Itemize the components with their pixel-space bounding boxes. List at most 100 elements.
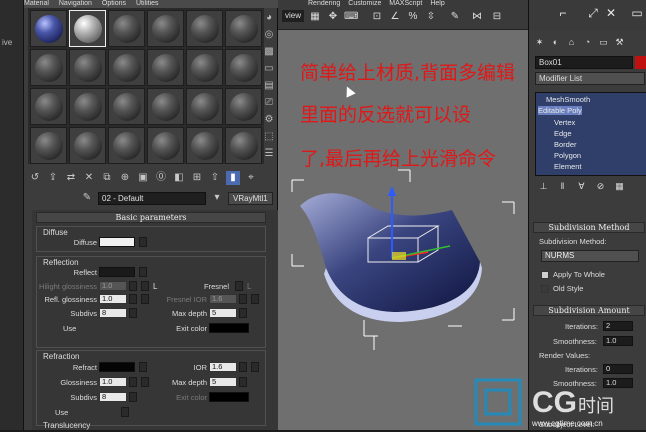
material-slot[interactable] <box>30 10 67 47</box>
make-copy-icon[interactable]: ⧉ <box>100 171 114 185</box>
material-slot[interactable] <box>147 127 184 164</box>
material-slot-selected[interactable] <box>69 10 106 47</box>
menu-rendering[interactable]: Rendering <box>308 0 340 7</box>
background-icon[interactable]: ▩ <box>262 45 276 59</box>
material-slot[interactable] <box>225 127 262 164</box>
material-slot[interactable] <box>30 49 67 86</box>
menu-utilities[interactable]: Utilities <box>136 0 159 7</box>
keyboard-shortcut-icon[interactable]: ⌨ <box>344 10 358 24</box>
zoom-extents-icon[interactable]: ⤢ <box>585 6 601 20</box>
get-material-icon[interactable]: ↺ <box>28 171 42 185</box>
material-slot[interactable] <box>69 49 106 86</box>
material-slot[interactable] <box>186 127 223 164</box>
material-slot[interactable] <box>186 10 223 47</box>
material-name-dropdown-icon[interactable]: ▾ <box>210 191 224 205</box>
material-type-button[interactable]: VRayMtl1 <box>228 191 273 205</box>
show-map-icon[interactable]: ◧ <box>172 171 186 185</box>
restore-icon[interactable]: ⌐ <box>555 6 571 20</box>
refract-use-checkbox[interactable] <box>121 407 129 417</box>
make-unique-icon[interactable]: ⊕ <box>118 171 132 185</box>
put-to-library-icon[interactable]: ▣ <box>136 171 150 185</box>
material-slot[interactable] <box>108 49 145 86</box>
percent-snap-icon[interactable]: % <box>406 10 420 24</box>
refract-subdivs-spinner[interactable] <box>129 392 137 402</box>
spinner-snap-icon[interactable]: ⇳ <box>424 10 438 24</box>
material-slot[interactable] <box>108 88 145 125</box>
fresnel-checkbox[interactable] <box>235 281 243 291</box>
reflect-subdivs-spinner[interactable] <box>129 308 137 318</box>
show-end-result-icon[interactable]: ‖ <box>556 180 569 193</box>
options-icon[interactable]: ⚙ <box>262 113 276 127</box>
select-manipulate-icon[interactable]: ✥ <box>326 10 340 24</box>
hilight-glossiness-map-button[interactable] <box>141 281 149 291</box>
refract-map-button[interactable] <box>139 362 147 372</box>
ior-map-button[interactable] <box>251 362 259 372</box>
named-selection-icon[interactable]: ✎ <box>448 10 462 24</box>
align-icon[interactable]: ⊟ <box>490 10 504 24</box>
material-slot[interactable] <box>147 49 184 86</box>
old-style-checkbox[interactable] <box>541 285 549 293</box>
fresnel-ior-field[interactable]: 1.6 <box>209 294 237 304</box>
material-slot[interactable] <box>108 10 145 47</box>
stack-item-vertex[interactable]: Vertex <box>554 118 575 127</box>
pivot-icon[interactable]: ▦ <box>308 10 322 24</box>
refract-max-depth-field[interactable]: 5 <box>209 377 237 387</box>
reflect-map-button[interactable] <box>139 267 147 277</box>
refract-exit-color-swatch[interactable] <box>209 392 249 402</box>
select-by-material-icon[interactable]: ⬚ <box>262 130 276 144</box>
material-id-icon[interactable]: ⓪ <box>154 171 168 185</box>
lock-letter[interactable]: L <box>153 282 157 291</box>
smoothness-field[interactable]: 1.0 <box>603 336 633 346</box>
material-slot[interactable] <box>30 127 67 164</box>
go-to-parent-icon[interactable]: ⇧ <box>208 171 222 185</box>
eyedropper-icon[interactable]: ✎ <box>80 191 94 205</box>
hilight-glossiness-spinner[interactable] <box>129 281 137 291</box>
ior-spinner[interactable] <box>239 362 247 372</box>
configure-sets-icon[interactable]: ▦ <box>613 180 626 193</box>
ior-field[interactable]: 1.6 <box>209 362 237 372</box>
refract-glossiness-spinner[interactable] <box>129 377 137 387</box>
object-color-swatch[interactable] <box>635 56 646 69</box>
material-slot[interactable] <box>225 10 262 47</box>
stack-item-border[interactable]: Border <box>554 140 577 149</box>
material-slot[interactable] <box>69 127 106 164</box>
material-slot[interactable] <box>225 49 262 86</box>
hilight-glossiness-field[interactable]: 1.0 <box>99 281 127 291</box>
fresnel-ior-map-button[interactable] <box>251 294 259 304</box>
refract-glossiness-map-button[interactable] <box>141 377 149 387</box>
menu-customize[interactable]: Customize <box>348 0 381 7</box>
subdivision-amount-rollout-header[interactable]: Subdivision Amount <box>533 305 645 316</box>
modifier-list-dropdown[interactable]: Modifier List <box>535 72 645 85</box>
subdivision-method-rollout-header[interactable]: Subdivision Method <box>533 222 645 233</box>
reflect-exit-color-swatch[interactable] <box>209 323 249 333</box>
remove-modifier-icon[interactable]: ⊘ <box>594 180 607 193</box>
material-slot[interactable] <box>147 88 184 125</box>
stack-item-edge[interactable]: Edge <box>554 129 572 138</box>
material-slot[interactable] <box>186 49 223 86</box>
material-slot[interactable] <box>147 10 184 47</box>
menu-maxscript[interactable]: MAXScript <box>389 0 422 7</box>
refl-glossiness-map-button[interactable] <box>141 294 149 304</box>
refl-glossiness-spinner[interactable] <box>129 294 137 304</box>
backlight-icon[interactable]: ◎ <box>262 28 276 42</box>
refract-glossiness-field[interactable]: 1.0 <box>99 377 127 387</box>
menu-material[interactable]: Material <box>24 0 49 7</box>
reflect-max-depth-field[interactable]: 5 <box>209 308 237 318</box>
reflect-max-depth-spinner[interactable] <box>239 308 247 318</box>
hierarchy-tab-icon[interactable]: ⌂ <box>565 36 578 49</box>
make-unique-icon[interactable]: ∀ <box>575 180 588 193</box>
material-name-field[interactable]: 02 - Default <box>98 191 206 205</box>
show-end-result-icon[interactable]: ⊞ <box>190 171 204 185</box>
material-navigator-icon[interactable]: ☰ <box>262 147 276 161</box>
video-color-check-icon[interactable]: ▤ <box>262 79 276 93</box>
material-slot[interactable] <box>30 88 67 125</box>
material-slot[interactable] <box>186 88 223 125</box>
refract-color-swatch[interactable] <box>99 362 135 372</box>
stack-item-element[interactable]: Element <box>554 162 582 171</box>
assign-to-selection-icon[interactable]: ⇄ <box>64 171 78 185</box>
fresnel-ior-spinner[interactable] <box>239 294 247 304</box>
go-forward-sibling-icon[interactable]: ▮ <box>226 171 240 185</box>
menu-help[interactable]: Help <box>430 0 444 7</box>
modify-tab-icon[interactable]: ◐ <box>549 36 562 49</box>
menu-options[interactable]: Options <box>102 0 126 7</box>
